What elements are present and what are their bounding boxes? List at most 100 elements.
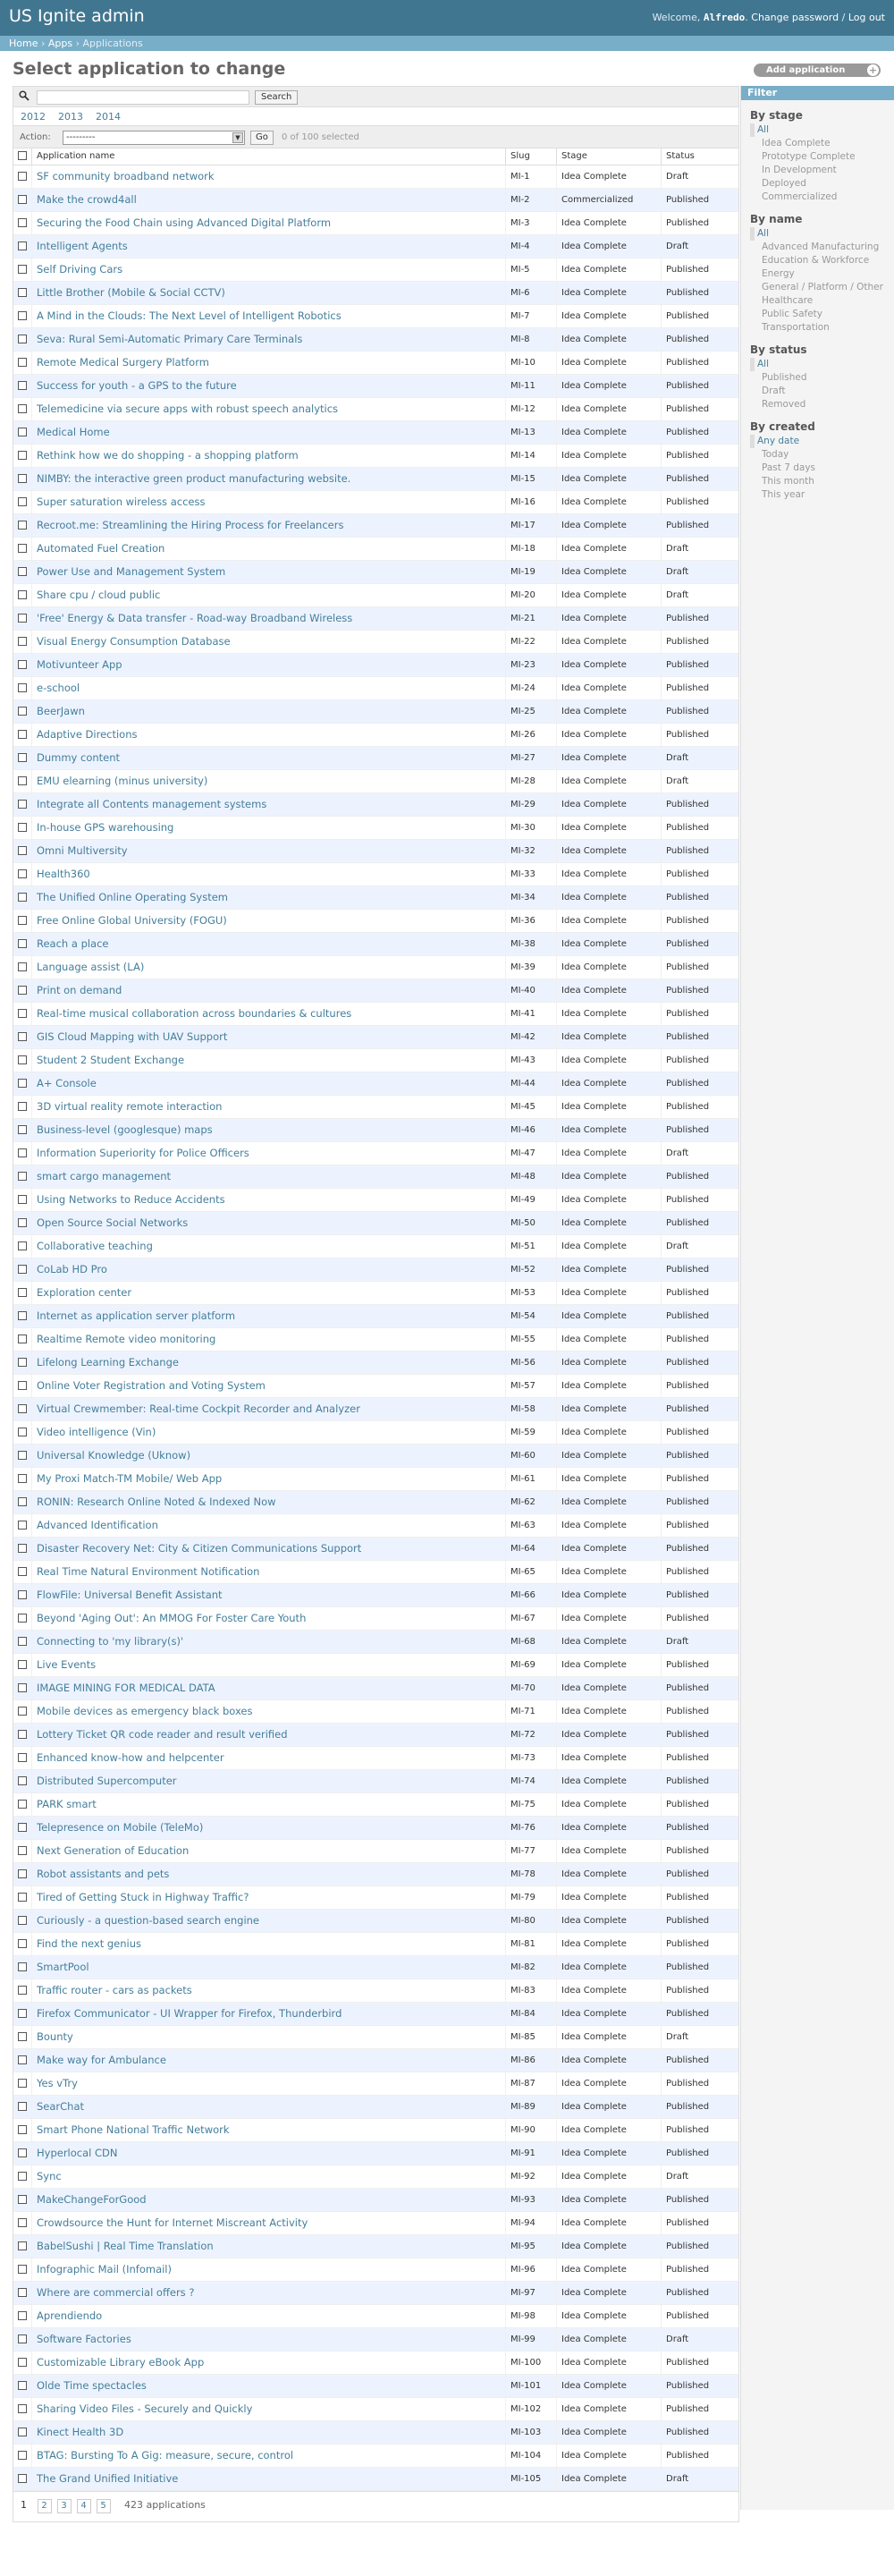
row-checkbox[interactable] [18, 2055, 27, 2064]
search-button[interactable]: Search [255, 90, 299, 105]
row-checkbox[interactable] [18, 2427, 27, 2436]
app-name-link[interactable]: MakeChangeForGood [37, 2193, 147, 2206]
row-checkbox[interactable] [18, 1496, 27, 1506]
app-name-link[interactable]: Recroot.me: Streamlining the Hiring Proc… [37, 519, 343, 531]
row-checkbox[interactable] [18, 822, 27, 832]
app-name-link[interactable]: Open Source Social Networks [37, 1216, 188, 1229]
go-button[interactable]: Go [250, 131, 274, 145]
page-link[interactable]: 5 [96, 2498, 111, 2513]
app-name-link[interactable]: PARK smart [37, 1798, 97, 1810]
column-header-status[interactable]: Status [661, 148, 738, 165]
filter-option[interactable]: In Development [750, 164, 894, 177]
row-checkbox[interactable] [18, 1520, 27, 1530]
row-checkbox[interactable] [18, 1357, 27, 1367]
row-checkbox[interactable] [18, 1682, 27, 1692]
year-link[interactable]: 2014 [96, 111, 121, 123]
row-checkbox[interactable] [18, 1380, 27, 1390]
app-name-link[interactable]: Live Events [37, 1658, 96, 1671]
app-name-link[interactable]: Intelligent Agents [37, 240, 128, 252]
app-name-link[interactable]: Customizable Library eBook App [37, 2356, 204, 2368]
app-name-link[interactable]: Remote Medical Surgery Platform [37, 356, 209, 369]
row-checkbox[interactable] [18, 194, 27, 204]
row-checkbox[interactable] [18, 962, 27, 971]
filter-option[interactable]: Removed [750, 398, 894, 411]
row-checkbox[interactable] [18, 2148, 27, 2157]
app-name-link[interactable]: CoLab HD Pro [37, 1263, 107, 1275]
app-name-link[interactable]: Business-level (googlesque) maps [37, 1123, 213, 1136]
app-name-link[interactable]: Tired of Getting Stuck in Highway Traffi… [37, 1891, 249, 1903]
row-checkbox[interactable] [18, 1892, 27, 1902]
row-checkbox[interactable] [18, 1845, 27, 1855]
row-checkbox[interactable] [18, 915, 27, 925]
row-checkbox[interactable] [18, 310, 27, 320]
row-checkbox[interactable] [18, 938, 27, 948]
row-checkbox[interactable] [18, 1938, 27, 1948]
app-name-link[interactable]: RONIN: Research Online Noted & Indexed N… [37, 1496, 276, 1508]
app-name-link[interactable]: Smart Phone National Traffic Network [37, 2123, 230, 2136]
filter-option[interactable]: Draft [750, 385, 894, 398]
row-checkbox[interactable] [18, 2264, 27, 2274]
row-checkbox[interactable] [18, 473, 27, 483]
row-checkbox[interactable] [18, 1543, 27, 1553]
row-checkbox[interactable] [18, 1171, 27, 1181]
app-name-link[interactable]: Crowdsource the Hunt for Internet Miscre… [37, 2216, 308, 2229]
app-name-link[interactable]: Adaptive Directions [37, 728, 138, 741]
app-name-link[interactable]: Virtual Crewmember: Real-time Cockpit Re… [37, 1402, 360, 1415]
app-name-link[interactable]: Universal Knowledge (Uknow) [37, 1449, 190, 1462]
app-name-link[interactable]: Visual Energy Consumption Database [37, 635, 231, 648]
row-checkbox[interactable] [18, 589, 27, 599]
row-checkbox[interactable] [18, 869, 27, 878]
app-name-link[interactable]: The Unified Online Operating System [37, 891, 228, 903]
year-link[interactable]: 2013 [58, 111, 83, 123]
app-name-link[interactable]: Health360 [37, 868, 90, 880]
row-checkbox[interactable] [18, 2101, 27, 2111]
filter-option[interactable]: This year [750, 488, 894, 502]
row-checkbox[interactable] [18, 1589, 27, 1599]
app-name-link[interactable]: Seva: Rural Semi-Automatic Primary Care … [37, 333, 302, 345]
filter-option[interactable]: All [750, 227, 894, 241]
column-header-slug[interactable]: Slug [505, 148, 557, 165]
row-checkbox[interactable] [18, 2334, 27, 2343]
app-name-link[interactable]: Olde Time spectacles [37, 2379, 147, 2392]
app-name-link[interactable]: Lottery Ticket QR code reader and result… [37, 1728, 288, 1741]
filter-option[interactable]: Past 7 days [750, 462, 894, 475]
add-application-button[interactable]: Add application + [754, 64, 881, 77]
app-name-link[interactable]: Lifelong Learning Exchange [37, 1356, 179, 1368]
row-checkbox[interactable] [18, 2078, 27, 2088]
row-checkbox[interactable] [18, 2357, 27, 2367]
app-name-link[interactable]: Robot assistants and pets [37, 1868, 169, 1880]
row-checkbox[interactable] [18, 845, 27, 855]
row-checkbox[interactable] [18, 1124, 27, 1134]
filter-option[interactable]: Energy [750, 267, 894, 281]
row-checkbox[interactable] [18, 2473, 27, 2483]
row-checkbox[interactable] [18, 1473, 27, 1483]
row-checkbox[interactable] [18, 357, 27, 367]
app-name-link[interactable]: Integrate all Contents management system… [37, 798, 266, 810]
app-name-link[interactable]: Kinect Health 3D [37, 2426, 123, 2438]
app-name-link[interactable]: Omni Multiversity [37, 844, 128, 857]
row-checkbox[interactable] [18, 2171, 27, 2181]
app-name-link[interactable]: Infographic Mail (Infomail) [37, 2263, 172, 2275]
app-name-link[interactable]: Distributed Supercomputer [37, 1775, 177, 1787]
app-name-link[interactable]: Medical Home [37, 426, 110, 438]
filter-option[interactable]: Education & Workforce [750, 254, 894, 267]
row-checkbox[interactable] [18, 1659, 27, 1669]
filter-option[interactable]: Healthcare [750, 294, 894, 308]
row-checkbox[interactable] [18, 729, 27, 739]
year-link[interactable]: 2012 [21, 111, 46, 123]
filter-option[interactable]: Today [750, 448, 894, 462]
row-checkbox[interactable] [18, 1915, 27, 1925]
app-name-link[interactable]: SmartPool [37, 1961, 89, 1973]
change-password-link[interactable]: Change password [751, 12, 839, 23]
app-name-link[interactable]: IMAGE MINING FOR MEDICAL DATA [37, 1682, 215, 1694]
app-name-link[interactable]: Automated Fuel Creation [37, 542, 164, 555]
app-name-link[interactable]: Sharing Video Files - Securely and Quick… [37, 2402, 252, 2415]
row-checkbox[interactable] [18, 450, 27, 460]
row-checkbox[interactable] [18, 2241, 27, 2250]
breadcrumb-home[interactable]: Home [9, 38, 38, 49]
app-name-link[interactable]: Little Brother (Mobile & Social CCTV) [37, 286, 225, 299]
row-checkbox[interactable] [18, 613, 27, 623]
row-checkbox[interactable] [18, 1194, 27, 1204]
row-checkbox[interactable] [18, 1962, 27, 1971]
app-name-link[interactable]: Curiously - a question-based search engi… [37, 1914, 259, 1927]
